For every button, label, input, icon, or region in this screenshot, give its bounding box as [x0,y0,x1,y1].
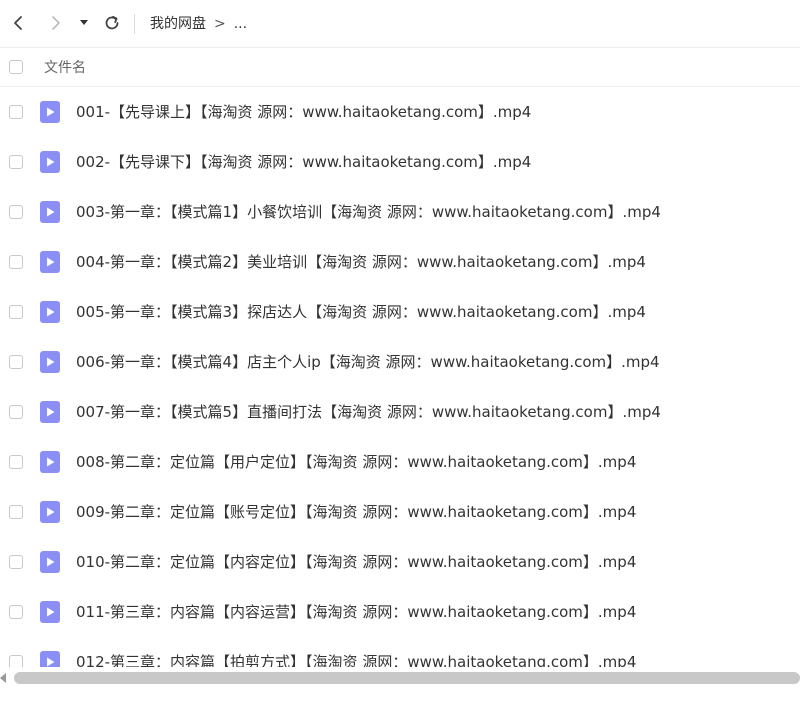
video-file-icon [40,201,60,223]
video-file-icon [40,551,60,573]
file-row-checkbox[interactable] [9,255,23,269]
video-file-icon [40,151,60,173]
file-name[interactable]: 002-【先导课下】【海淘资 源网：www.haitaoketang.com】.… [76,152,531,172]
video-file-icon [40,301,60,323]
file-row-checkbox[interactable] [9,405,23,419]
file-name[interactable]: 011-第三章：内容篇【内容运营】【海淘资 源网：www.haitaoketan… [76,602,636,622]
scroll-left-arrow-icon[interactable] [0,673,8,683]
file-name[interactable]: 003-第一章：【模式篇1】小餐饮培训【海淘资 源网：www.haitaoket… [76,202,661,222]
file-list: 001-【先导课上】【海淘资 源网：www.haitaoketang.com】.… [0,87,800,667]
column-header-filename[interactable]: 文件名 [44,58,86,78]
breadcrumb-more[interactable]: ... [234,14,247,34]
file-row-checkbox[interactable] [9,455,23,469]
breadcrumb-root[interactable]: 我的网盘 [150,14,206,34]
video-file-icon [40,451,60,473]
file-row[interactable]: 001-【先导课上】【海淘资 源网：www.haitaoketang.com】.… [0,87,800,137]
file-row[interactable]: 008-第二章：定位篇【用户定位】【海淘资 源网：www.haitaoketan… [0,437,800,487]
file-row-checkbox[interactable] [9,605,23,619]
history-dropdown-button[interactable] [72,8,96,38]
chevron-right-icon [52,16,60,30]
file-name[interactable]: 010-第二章：定位篇【内容定位】【海淘资 源网：www.haitaoketan… [76,552,636,572]
file-name[interactable]: 007-第一章：【模式篇5】直播间打法【海淘资 源网：www.haitaoket… [76,402,661,422]
file-row-checkbox[interactable] [9,355,23,369]
toolbar-divider [134,14,135,34]
file-name[interactable]: 008-第二章：定位篇【用户定位】【海淘资 源网：www.haitaoketan… [76,452,636,472]
select-all-checkbox[interactable] [9,60,23,74]
file-name[interactable]: 009-第二章：定位篇【账号定位】【海淘资 源网：www.haitaoketan… [76,502,636,522]
video-file-icon [40,251,60,273]
chevron-left-icon [14,16,22,30]
back-button[interactable] [4,8,32,38]
file-row[interactable]: 003-第一章：【模式篇1】小餐饮培训【海淘资 源网：www.haitaoket… [0,187,800,237]
file-row[interactable]: 009-第二章：定位篇【账号定位】【海淘资 源网：www.haitaoketan… [0,487,800,537]
video-file-icon [40,101,60,123]
file-row-checkbox[interactable] [9,305,23,319]
file-row-checkbox[interactable] [9,205,23,219]
file-row[interactable]: 004-第一章：【模式篇2】美业培训【海淘资 源网：www.haitaoketa… [0,237,800,287]
refresh-icon [105,15,119,30]
file-row[interactable]: 010-第二章：定位篇【内容定位】【海淘资 源网：www.haitaoketan… [0,537,800,587]
video-file-icon [40,351,60,373]
video-file-icon [40,501,60,523]
file-name[interactable]: 012-第三章：内容篇【拍剪方式】【海淘资 源网：www.haitaoketan… [76,652,636,667]
file-row[interactable]: 002-【先导课下】【海淘资 源网：www.haitaoketang.com】.… [0,137,800,187]
video-file-icon [40,401,60,423]
file-name[interactable]: 001-【先导课上】【海淘资 源网：www.haitaoketang.com】.… [76,102,531,122]
file-row[interactable]: 012-第三章：内容篇【拍剪方式】【海淘资 源网：www.haitaoketan… [0,637,800,667]
file-row-checkbox[interactable] [9,655,23,667]
file-row-checkbox[interactable] [9,505,23,519]
file-row-checkbox[interactable] [9,155,23,169]
caret-down-icon [80,20,88,25]
horizontal-scrollbar[interactable] [0,668,800,688]
toolbar: 我的网盘 >... [0,0,800,48]
file-name[interactable]: 004-第一章：【模式篇2】美业培训【海淘资 源网：www.haitaoketa… [76,252,646,272]
video-file-icon [40,601,60,623]
file-row[interactable]: 007-第一章：【模式篇5】直播间打法【海淘资 源网：www.haitaoket… [0,387,800,437]
refresh-button[interactable] [98,8,126,38]
file-row[interactable]: 011-第三章：内容篇【内容运营】【海淘资 源网：www.haitaoketan… [0,587,800,637]
file-row-checkbox[interactable] [9,555,23,569]
file-list-header: 文件名 [0,49,800,87]
scrollbar-thumb[interactable] [14,672,800,684]
file-row-checkbox[interactable] [9,105,23,119]
breadcrumb: 我的网盘 >... [150,14,247,34]
file-name[interactable]: 006-第一章：【模式篇4】店主个人ip【海淘资 源网：www.haitaoke… [76,352,660,372]
file-row[interactable]: 005-第一章：【模式篇3】探店达人【海淘资 源网：www.haitaoketa… [0,287,800,337]
video-file-icon [40,651,60,667]
forward-button[interactable] [42,8,70,38]
file-row[interactable]: 006-第一章：【模式篇4】店主个人ip【海淘资 源网：www.haitaoke… [0,337,800,387]
breadcrumb-separator: > [214,16,226,32]
file-name[interactable]: 005-第一章：【模式篇3】探店达人【海淘资 源网：www.haitaoketa… [76,302,646,322]
